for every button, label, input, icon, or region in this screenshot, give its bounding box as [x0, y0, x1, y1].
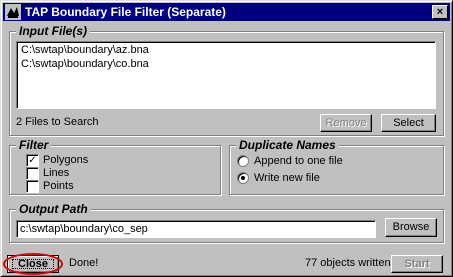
input-files-title: Input File(s) — [16, 24, 90, 38]
duplicate-names-group: Duplicate Names — [229, 138, 444, 195]
points-label: Points — [43, 180, 74, 192]
output-path-title: Output Path — [16, 202, 91, 216]
focus-rect — [12, 259, 54, 269]
append-radio[interactable] — [237, 155, 249, 167]
files-count-label: 2 Files to Search — [16, 116, 99, 128]
write-new-label: Write new file — [254, 172, 320, 184]
lines-checkbox[interactable] — [26, 167, 39, 180]
filter-title: Filter — [16, 138, 52, 152]
title-bar[interactable]: TAP Boundary File Filter (Separate) × — [3, 3, 450, 21]
polygons-checkbox[interactable]: ✓ — [26, 154, 39, 167]
select-button[interactable]: Select — [381, 114, 436, 132]
tap-app-icon — [5, 4, 21, 20]
objects-written-text: 77 objects written — [305, 257, 391, 269]
duplicate-names-title: Duplicate Names — [236, 138, 339, 152]
lines-label: Lines — [43, 167, 70, 179]
input-files-list[interactable]: C:\swtap\boundary\az.bna C:\swtap\bounda… — [16, 41, 436, 109]
list-item[interactable]: C:\swtap\boundary\az.bna — [21, 44, 149, 56]
write-new-radio[interactable] — [237, 172, 249, 184]
status-done-text: Done! — [69, 257, 99, 269]
remove-button[interactable]: Remove — [320, 114, 372, 132]
output-path-input[interactable]: c:\swtap\boundary\co_sep — [16, 220, 376, 238]
points-checkbox[interactable] — [26, 180, 39, 193]
dialog-window: TAP Boundary File Filter (Separate) × In… — [0, 0, 453, 277]
window-close-icon[interactable]: × — [432, 5, 448, 19]
browse-button[interactable]: Browse — [385, 218, 437, 237]
polygons-label: Polygons — [43, 154, 89, 166]
filter-group: Filter — [9, 138, 221, 195]
start-button[interactable]: Start — [391, 255, 443, 273]
list-item[interactable]: C:\swtap\boundary\co.bna — [21, 58, 149, 70]
append-label: Append to one file — [254, 155, 343, 167]
window-title: TAP Boundary File Filter (Separate) — [25, 5, 226, 19]
check-mark-icon: ✓ — [28, 155, 37, 166]
close-button[interactable]: Close — [7, 255, 59, 273]
